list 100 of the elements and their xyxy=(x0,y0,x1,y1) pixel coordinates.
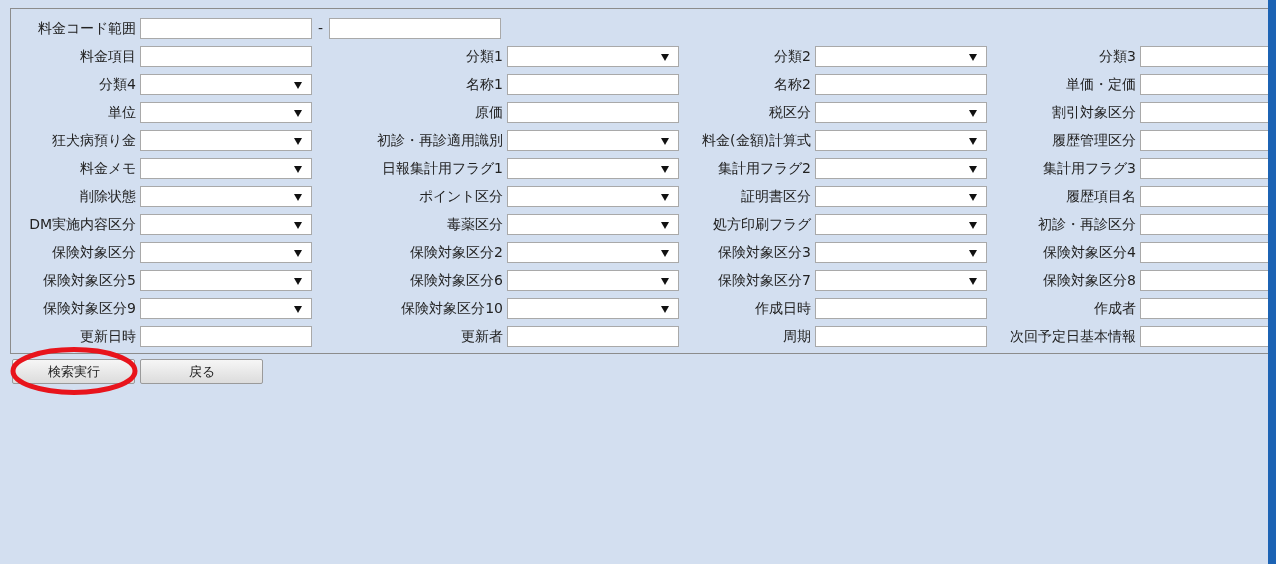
field-label: 履歴管理区分 xyxy=(1052,131,1137,150)
field-label: 保険対象区分5 xyxy=(43,271,137,290)
text-field[interactable] xyxy=(815,326,987,347)
field-label: 次回予定日基本情報 xyxy=(1010,327,1137,346)
text-field[interactable] xyxy=(1140,186,1268,207)
field-label: 原価 xyxy=(475,103,504,122)
caret-icon xyxy=(969,278,977,285)
caret-icon xyxy=(294,166,302,173)
field-label: 単価・定価 xyxy=(1066,75,1137,94)
field-label: 作成者 xyxy=(1094,299,1137,318)
dropdown[interactable] xyxy=(507,130,679,151)
field-label: 単位 xyxy=(108,103,137,122)
text-field[interactable] xyxy=(1140,326,1268,347)
field-label: 割引対象区分 xyxy=(1052,103,1137,122)
dropdown[interactable] xyxy=(140,158,312,179)
text-field[interactable] xyxy=(507,74,679,95)
field-label: 名称2 xyxy=(774,75,812,94)
range-separator: - xyxy=(318,19,324,38)
field-label: 名称1 xyxy=(466,75,504,94)
field-label: 初診・再診適用識別 xyxy=(377,131,504,150)
field-label: 分類1 xyxy=(466,47,504,66)
dropdown[interactable] xyxy=(140,242,312,263)
dropdown[interactable] xyxy=(815,46,987,67)
field-label: 更新日時 xyxy=(80,327,137,346)
field-label: 削除状態 xyxy=(80,187,137,206)
dropdown[interactable] xyxy=(815,242,987,263)
text-field[interactable] xyxy=(815,298,987,319)
field-label: 初診・再診区分 xyxy=(1038,215,1137,234)
text-field[interactable] xyxy=(1140,242,1268,263)
text-field[interactable] xyxy=(1140,298,1268,319)
field-label: 保険対象区分3 xyxy=(718,243,812,262)
field-label: 証明書区分 xyxy=(741,187,812,206)
field-label: 料金項目 xyxy=(80,47,137,66)
dropdown[interactable] xyxy=(507,214,679,235)
dropdown[interactable] xyxy=(140,130,312,151)
caret-icon xyxy=(294,110,302,117)
field-label: 集計用フラグ2 xyxy=(718,159,812,178)
field-label: 処方印刷フラグ xyxy=(713,215,812,234)
caret-icon xyxy=(661,222,669,229)
text-field[interactable] xyxy=(1140,158,1268,179)
caret-icon xyxy=(661,194,669,201)
field-label: 保険対象区分4 xyxy=(1043,243,1137,262)
field-label: 保険対象区分8 xyxy=(1043,271,1137,290)
field-label: 分類2 xyxy=(774,47,812,66)
dropdown[interactable] xyxy=(815,130,987,151)
dropdown[interactable] xyxy=(507,242,679,263)
field-label: 周期 xyxy=(783,327,812,346)
text-field[interactable] xyxy=(1140,270,1268,291)
caret-icon xyxy=(661,166,669,173)
field-label: ポイント区分 xyxy=(419,187,504,206)
dropdown[interactable] xyxy=(507,158,679,179)
caret-icon xyxy=(661,278,669,285)
dropdown[interactable] xyxy=(815,270,987,291)
dropdown[interactable] xyxy=(140,102,312,123)
dropdown[interactable] xyxy=(815,186,987,207)
dropdown[interactable] xyxy=(815,102,987,123)
dropdown[interactable] xyxy=(140,74,312,95)
caret-icon xyxy=(969,54,977,61)
dropdown[interactable] xyxy=(140,186,312,207)
dropdown[interactable] xyxy=(140,214,312,235)
text-field[interactable] xyxy=(1140,130,1268,151)
field-label: 保険対象区分10 xyxy=(401,299,504,318)
text-field[interactable] xyxy=(507,326,679,347)
dropdown[interactable] xyxy=(815,214,987,235)
dropdown[interactable] xyxy=(507,298,679,319)
caret-icon xyxy=(661,54,669,61)
dropdown[interactable] xyxy=(140,298,312,319)
dropdown[interactable] xyxy=(815,158,987,179)
caret-icon xyxy=(294,250,302,257)
caret-icon xyxy=(661,250,669,257)
caret-icon xyxy=(294,138,302,145)
field-label: 狂犬病預り金 xyxy=(52,131,137,150)
field-label: 料金コード範囲 xyxy=(37,19,137,38)
field-label: 保険対象区分7 xyxy=(718,271,812,290)
field-label: 税区分 xyxy=(769,103,812,122)
text-field[interactable] xyxy=(140,46,312,67)
text-field[interactable] xyxy=(329,18,502,39)
field-label: 作成日時 xyxy=(755,299,812,318)
text-field[interactable] xyxy=(140,18,312,39)
caret-icon xyxy=(661,306,669,313)
dropdown[interactable] xyxy=(507,270,679,291)
caret-icon xyxy=(969,138,977,145)
field-label: 保険対象区分2 xyxy=(410,243,504,262)
text-field[interactable] xyxy=(1140,74,1268,95)
button[interactable]: 戻る xyxy=(140,359,263,384)
caret-icon xyxy=(294,194,302,201)
text-field[interactable] xyxy=(815,74,987,95)
caret-icon xyxy=(969,194,977,201)
dropdown[interactable] xyxy=(507,46,679,67)
text-field[interactable] xyxy=(507,102,679,123)
dropdown[interactable] xyxy=(507,186,679,207)
text-field[interactable] xyxy=(1140,102,1268,123)
caret-icon xyxy=(294,278,302,285)
caret-icon xyxy=(661,138,669,145)
text-field[interactable] xyxy=(140,326,312,347)
field-label: DM実施内容区分 xyxy=(29,215,137,234)
dropdown[interactable] xyxy=(140,270,312,291)
text-field[interactable] xyxy=(1140,46,1268,67)
text-field[interactable] xyxy=(1140,214,1268,235)
caret-icon xyxy=(969,222,977,229)
